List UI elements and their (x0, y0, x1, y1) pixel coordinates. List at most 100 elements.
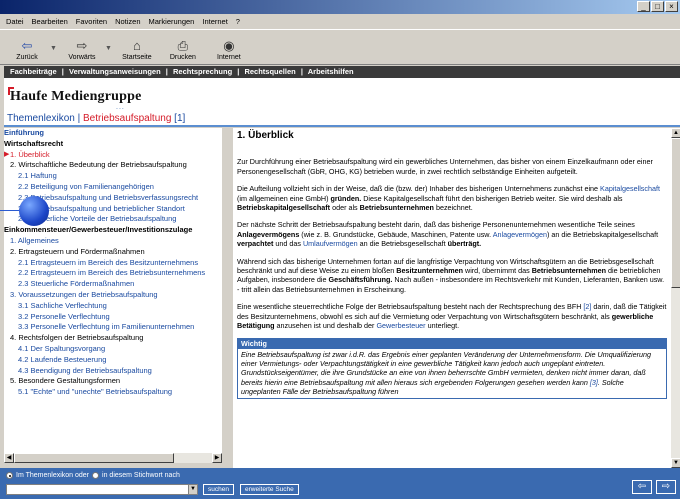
back-label: Zurück (16, 54, 38, 61)
bold-text: Betriebsunternehmen (531, 266, 606, 276)
toc-item[interactable]: 2.3 Steuerliche Fördermaßnahmen (4, 279, 222, 290)
advanced-search-button[interactable]: erweiterte Suche (240, 484, 299, 495)
next-page-button[interactable]: ⇨ (656, 480, 676, 494)
toc-item[interactable]: 3.2 Personelle Verflechtung (4, 312, 222, 323)
globe-icon: ◉ (223, 38, 235, 53)
text: Der nächste Schritt der Betriebsaufspalt… (237, 220, 635, 230)
text: anzusehen ist und deshalb der (274, 321, 377, 331)
toc-item[interactable]: 4.3 Beendigung der Betriebsaufspaltung (4, 366, 222, 377)
maximize-button[interactable]: □ (651, 1, 664, 12)
scroll-left-icon[interactable]: ◀ (4, 453, 14, 463)
bold-text: Betriebsunternehmen (359, 203, 434, 213)
scroll-up-icon[interactable]: ▲ (671, 128, 680, 138)
text: Eine wesentliche steuerrechtliche Folge … (237, 302, 584, 312)
radio-lexikon[interactable] (6, 472, 13, 479)
article-title: 1. Überblick (237, 130, 294, 141)
toc-item[interactable]: 2. Wirtschaftliche Bedeutung der Betrieb… (4, 160, 222, 171)
internet-button[interactable]: ◉ Internet (206, 38, 252, 64)
breadcrumb: Themenlexikon | Betriebsaufspaltung [1] (4, 113, 680, 127)
menu-datei[interactable]: Datei (6, 17, 24, 26)
toc-item[interactable]: ▶ 1. Überblick (4, 150, 222, 161)
toc-item[interactable]: 3.1 Sachliche Verflechtung (4, 301, 222, 312)
toc-item[interactable]: 2.1 Ertragsteuern im Bereich des Besitzu… (4, 258, 222, 269)
paragraph-1: Zur Durchführung einer Betriebsaufspaltu… (237, 157, 653, 176)
toc-item[interactable]: Einführung (4, 128, 222, 139)
text: wird, übernimmt das (463, 266, 532, 276)
toc-item[interactable]: 4.2 Laufende Besteuerung (4, 355, 222, 366)
minimize-button[interactable]: _ (637, 1, 650, 12)
radio-stichwort-label: in diesem Stichwort nach (102, 472, 180, 479)
menu-internet[interactable]: Internet (202, 17, 227, 26)
current-item-marker-icon: ▶ (4, 150, 10, 158)
prev-page-button[interactable]: ⇦ (632, 480, 652, 494)
search-dropdown-icon[interactable]: ▼ (188, 484, 198, 495)
link-umlaufvermoegen[interactable]: Umlaufvermögen (303, 239, 358, 248)
forward-button[interactable]: ⇨ Vorwärts (59, 38, 105, 64)
breadcrumb-topic: Betriebsaufspaltung (82, 113, 172, 124)
radio-lexikon-label: Im Themenlexikon oder (16, 472, 90, 479)
toc-item[interactable]: 4. Rechtsfolgen der Betriebsaufspaltung (4, 333, 222, 344)
menu-bearbeiten[interactable]: Bearbeiten (32, 17, 68, 26)
menu-markierungen[interactable]: Markierungen (149, 17, 195, 26)
nav-verwaltungsanweisungen[interactable]: Verwaltungsanweisungen (69, 67, 161, 76)
nav-rechtsquellen[interactable]: Rechtsquellen (244, 67, 295, 76)
radio-stichwort[interactable] (92, 472, 100, 479)
paragraph-2: Die Aufteilung vollzieht sich in der Wei… (237, 184, 667, 212)
toc-item[interactable]: 1. Allgemeines (4, 236, 222, 247)
bold-text: Anlagevermögens (237, 229, 300, 239)
article-content: 1. Überblick Zur Durchführung einer Betr… (233, 128, 671, 468)
back-button[interactable]: ⇦ Zurück (4, 38, 50, 64)
toc-hscrollbar[interactable]: ◀ ▶ (4, 453, 222, 463)
important-box-body: Eine Betriebsaufspaltung ist zwar i.d.R.… (238, 349, 666, 398)
scroll-right-icon[interactable]: ▶ (212, 453, 222, 463)
paragraph-3: Der nächste Schritt der Betriebsaufspalt… (237, 220, 667, 248)
toc-item[interactable]: 2.2 Beteiligung von Familienangehörigen (4, 182, 222, 193)
back-dropdown-icon[interactable]: ▼ (50, 45, 57, 52)
toc-item[interactable]: 4.1 Der Spaltungsvorgang (4, 344, 222, 355)
link-gewerbesteuer[interactable]: Gewerbesteuer (376, 321, 425, 330)
scroll-thumb[interactable] (671, 138, 680, 288)
toc-item[interactable]: 2.2 Ertragsteuern im Bereich des Betrieb… (4, 268, 222, 279)
menu-help[interactable]: ? (236, 17, 240, 26)
toc-item[interactable]: 5. Besondere Gestaltungsformen (4, 376, 222, 387)
breadcrumb-ref[interactable]: [1] (174, 113, 185, 124)
nav-rechtsprechung[interactable]: Rechtsprechung (173, 67, 232, 76)
toc-item[interactable]: 5.1 "Echte" und "unechte" Betriebsaufspa… (4, 387, 222, 398)
forward-dropdown-icon[interactable]: ▼ (105, 45, 112, 52)
app-window: _ □ × Datei Bearbeiten Favoriten Notizen… (0, 0, 680, 499)
breadcrumb-lexikon[interactable]: Themenlexikon (7, 113, 75, 124)
toc-item[interactable]: 3.3 Personelle Verflechtung im Familienu… (4, 322, 222, 333)
link-footnote-3[interactable]: [3] (590, 378, 598, 387)
text: unterliegt. (425, 321, 460, 331)
toc-item[interactable]: 3. Voraussetzungen der Betriebsaufspaltu… (4, 290, 222, 301)
text: (im allgemeinen eine GmbH) (237, 193, 331, 203)
article-scrollbar[interactable]: ▲ ▼ (671, 128, 680, 468)
hscroll-thumb[interactable] (14, 453, 174, 463)
window-controls: _ □ × (637, 1, 678, 12)
text: Die Aufteilung vollzieht sich in der Wei… (237, 184, 601, 194)
toc-item[interactable]: Wirtschaftsrecht (4, 139, 222, 150)
home-button[interactable]: ⌂ Startseite (114, 38, 160, 64)
pane-divider[interactable] (222, 128, 233, 468)
search-input[interactable] (6, 484, 198, 495)
internet-label: Internet (217, 54, 241, 61)
nav-fachbeitraege[interactable]: Fachbeiträge (10, 67, 57, 76)
menu-favoriten[interactable]: Favoriten (76, 17, 107, 26)
toc-item[interactable]: Einkommensteuer/Gewerbesteuer/Investitio… (4, 225, 222, 236)
search-button[interactable]: suchen (203, 484, 234, 495)
nav-separator: | (61, 67, 64, 76)
scroll-down-icon[interactable]: ▼ (671, 458, 680, 468)
text: und das (273, 239, 303, 249)
toc-item[interactable]: 2.1 Haftung (4, 171, 222, 182)
link-anlagevermoegen[interactable]: Anlagevermögen (493, 230, 547, 239)
menu-notizen[interactable]: Notizen (115, 17, 140, 26)
nav-arbeitshilfen[interactable]: Arbeitshilfen (308, 67, 354, 76)
close-button[interactable]: × (665, 1, 678, 12)
bold-text: überträgt. (447, 239, 482, 249)
toc-item[interactable]: 2. Ertragsteuern und Fördermaßnahmen (4, 247, 222, 258)
text: Diese Kapitalgesellschaft führt den bish… (361, 193, 623, 203)
search-scope: Im Themenlexikon oder in diesem Stichwor… (6, 472, 180, 479)
link-kapitalgesellschaft[interactable]: Kapitalgesellschaft (600, 184, 660, 193)
print-button[interactable]: ⎙ Drucken (160, 38, 206, 64)
bold-text: gründen. (330, 193, 362, 203)
